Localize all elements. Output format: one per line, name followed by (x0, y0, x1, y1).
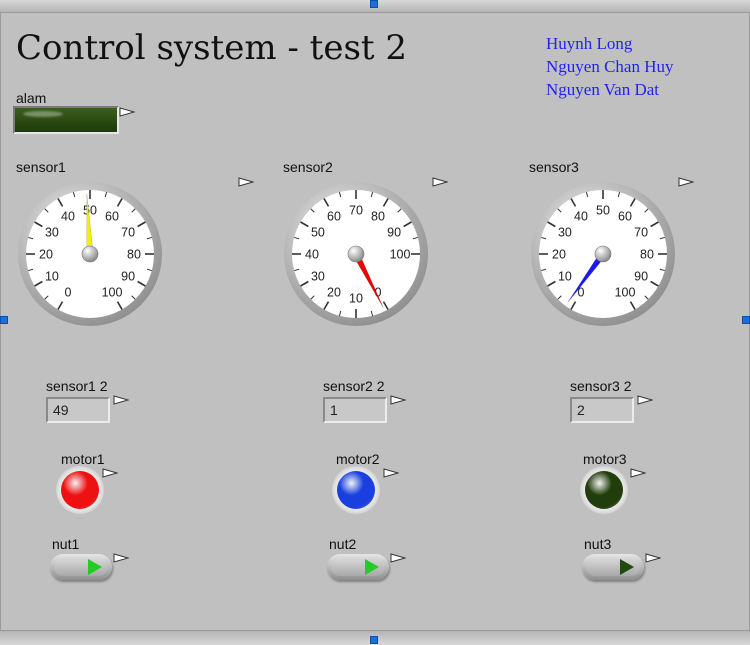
alarm-label: alam (16, 90, 47, 106)
gauge-tick-label: 40 (61, 209, 75, 223)
motor-label-motor1: motor1 (61, 451, 105, 467)
gauge-tick-label: 60 (327, 209, 341, 223)
terminal-arrow-icon (113, 553, 129, 563)
button-label-nut3: nut3 (584, 536, 612, 552)
gauge-tick-label: 100 (102, 286, 123, 300)
terminal-arrow-icon (119, 107, 135, 117)
gauge-sensor2[interactable]: 0102030405060 70 8090100 (282, 180, 430, 328)
terminal-arrow-icon (383, 468, 399, 478)
gauge-tick-label: 20 (39, 248, 53, 262)
gauge-label-sensor1: sensor1 (16, 159, 66, 175)
resize-handle-right[interactable] (742, 316, 750, 324)
terminal-arrow-icon (102, 468, 118, 478)
terminal-arrow-icon (390, 553, 406, 563)
gauge-sensor3[interactable]: 010203040 50 60708090100 (529, 180, 677, 328)
gauge-tick-label: 100 (390, 248, 411, 262)
motor-label-motor3: motor3 (583, 451, 627, 467)
resize-handle-left[interactable] (0, 316, 8, 324)
gauge-tick-label: 70 (349, 204, 363, 218)
gauge-tick-label: 20 (552, 248, 566, 262)
nut1-button[interactable] (50, 554, 112, 580)
gauge-tick-label: 80 (127, 248, 141, 262)
terminal-arrow-icon (113, 395, 129, 405)
terminal-arrow-icon (678, 177, 694, 187)
page-title: Control system - test 2 (16, 28, 408, 68)
motor-label-motor2: motor2 (336, 451, 380, 467)
gauge-tick-label: 30 (45, 226, 59, 240)
gauge-tick-label: 100 (615, 286, 636, 300)
gauge-tick-label: 10 (45, 270, 59, 284)
gauge-pivot (81, 245, 99, 263)
gauge-tick-label: 10 (349, 292, 363, 306)
gauge-tick-label: 90 (121, 270, 135, 284)
gauge-tick-label: 70 (121, 226, 135, 240)
gauge-tick-label: 60 (105, 209, 119, 223)
gauge-tick-label: 40 (305, 248, 319, 262)
alarm-indicator (13, 106, 119, 134)
nut3-button[interactable] (582, 554, 644, 580)
terminal-arrow-icon (630, 468, 646, 478)
terminal-arrow-icon (390, 395, 406, 405)
motor-led-motor2 (332, 466, 380, 514)
gauge-tick-label: 90 (387, 226, 401, 240)
gauge-label-sensor2: sensor2 (283, 159, 333, 175)
terminal-arrow-icon (637, 395, 653, 405)
button-label-nut1: nut1 (52, 536, 80, 552)
gauge-tick-label: 50 (596, 204, 610, 218)
gauge-tick-label: 40 (574, 209, 588, 223)
resize-handle-top[interactable] (370, 0, 378, 8)
gauge-sensor1[interactable]: 0 10 20 3040 50 6070 80 90 100 (16, 180, 164, 328)
author-list: Huynh Long Nguyen Chan Huy Nguyen Van Da… (546, 32, 673, 101)
resize-handle-bottom[interactable] (370, 636, 378, 644)
motor-led-motor1 (56, 466, 104, 514)
author-name: Nguyen Van Dat (546, 80, 659, 99)
gauge-tick-label: 80 (371, 209, 385, 223)
indicator-label-sensor2-2: sensor2 2 (323, 378, 385, 394)
indicator-label-sensor3-2: sensor3 2 (570, 378, 632, 394)
motor-led-motor3 (580, 466, 628, 514)
gauge-tick-label: 80 (640, 248, 654, 262)
gauge-pivot (594, 245, 612, 263)
button-label-nut2: nut2 (329, 536, 357, 552)
author-name: Nguyen Chan Huy (546, 57, 674, 76)
indicator-label-sensor1-2: sensor1 2 (46, 378, 108, 394)
numeric-indicator-sensor3-2[interactable]: 2 (570, 397, 634, 423)
gauge-tick-label: 50 (311, 226, 325, 240)
terminal-arrow-icon (432, 177, 448, 187)
gauge-tick-label: 60 (618, 209, 632, 223)
gauge-tick-label: 10 (558, 270, 572, 284)
gauge-tick-label: 0 (65, 286, 72, 300)
gauge-tick-label: 70 (634, 226, 648, 240)
numeric-indicator-sensor2-2[interactable]: 1 (323, 397, 387, 423)
terminal-arrow-icon (645, 553, 661, 563)
author-name: Huynh Long (546, 34, 633, 53)
gauge-tick-label: 90 (634, 270, 648, 284)
gauge-tick-label: 30 (558, 226, 572, 240)
numeric-indicator-sensor1-2[interactable]: 49 (46, 397, 110, 423)
gauge-tick-label: 50 (83, 204, 97, 218)
gauge-pivot (347, 245, 365, 263)
terminal-arrow-icon (238, 177, 254, 187)
nut2-button[interactable] (327, 554, 389, 580)
gauge-tick-label: 20 (327, 286, 341, 300)
gauge-label-sensor3: sensor3 (529, 159, 579, 175)
gauge-tick-label: 30 (311, 270, 325, 284)
